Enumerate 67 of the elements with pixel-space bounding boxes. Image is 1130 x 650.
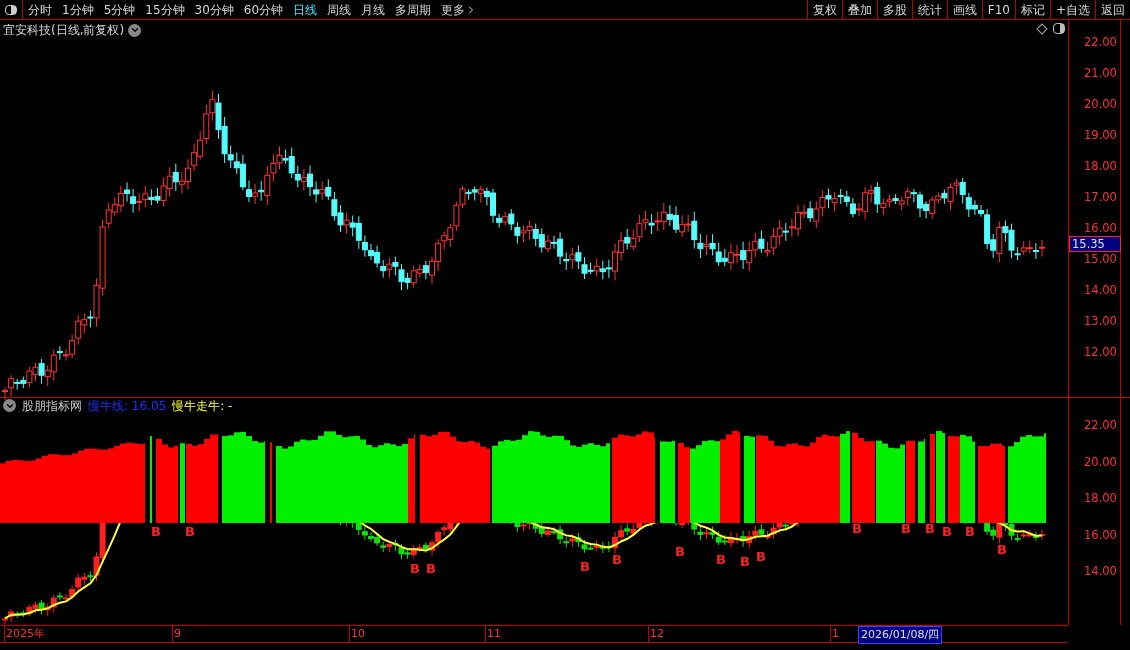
price-tick-label: 12.00 <box>1084 344 1117 361</box>
period-tab[interactable]: 月线 <box>361 0 386 19</box>
indicator-line-value: 慢牛线: 16.05 <box>88 397 167 415</box>
indicator-tick-label: 14.00 <box>1084 563 1117 580</box>
indicator-tick-label: 22.00 <box>1084 417 1117 434</box>
buy-signal-label: B <box>925 522 935 535</box>
current-price-label: 15.35 <box>1069 236 1121 252</box>
dropdown-icon[interactable] <box>3 399 16 412</box>
price-tick-label: 16.00 <box>1084 220 1117 237</box>
price-tick-label: 18.00 <box>1084 158 1117 175</box>
period-tab[interactable]: 日线 <box>293 0 318 19</box>
indicator-name: 股朋指标网 <box>22 397 82 415</box>
buy-signal-label: B <box>426 562 436 575</box>
price-tick-label: 19.00 <box>1084 127 1117 144</box>
period-tab[interactable]: 15分钟 <box>145 0 185 19</box>
buy-signal-label: B <box>612 553 622 566</box>
price-tick-label: 17.00 <box>1084 189 1117 206</box>
buy-signal-label: B <box>675 545 685 558</box>
toolbar-button[interactable]: 标记 <box>1014 0 1050 19</box>
period-tab[interactable]: 60分钟 <box>243 0 284 19</box>
date-axis-label: 12 <box>648 626 664 642</box>
toolbar-button[interactable]: 叠加 <box>841 0 877 19</box>
price-tick-label: 22.00 <box>1084 34 1117 51</box>
toolbar-button[interactable]: 复权 <box>806 0 842 19</box>
indicator-trend-value: 慢牛走牛: - <box>172 397 233 415</box>
toolbar-button[interactable]: 统计 <box>911 0 947 19</box>
date-axis-label: 11 <box>485 626 501 642</box>
toolbar-button[interactable]: 多股 <box>876 0 912 19</box>
period-tab[interactable]: 5分钟 <box>103 0 136 19</box>
buy-signal-label: B <box>410 562 420 575</box>
buy-signal-label: B <box>716 553 726 566</box>
chart-title: 宜安科技(日线,前复权) <box>3 22 125 39</box>
panel-toggle-icon[interactable] <box>1053 23 1065 34</box>
period-tab[interactable]: 多周期 <box>395 0 432 19</box>
date-axis-label: 10 <box>349 626 365 642</box>
price-tick-label: 20.00 <box>1084 96 1117 113</box>
buy-signal-label: B <box>942 525 952 538</box>
buy-signal-label: B <box>740 555 750 568</box>
indicator-tick-label: 18.00 <box>1084 490 1117 507</box>
buy-signal-label: B <box>901 522 911 535</box>
period-tab[interactable]: 周线 <box>327 0 352 19</box>
more-menu[interactable]: 更多 <box>441 0 478 19</box>
buy-signal-label: B <box>997 543 1007 556</box>
buy-signal-label: B <box>151 525 161 538</box>
buy-signal-label: B <box>580 560 590 573</box>
price-tick-label: 14.00 <box>1084 282 1117 299</box>
price-tick-label: 13.00 <box>1084 313 1117 330</box>
price-tick-label: 15.00 <box>1084 251 1117 268</box>
cursor-date-label: 2026/01/08/四 <box>858 626 943 644</box>
price-tick-label: 21.00 <box>1084 65 1117 82</box>
buy-signal-label: B <box>852 522 862 535</box>
period-tab[interactable]: 1分钟 <box>62 0 94 19</box>
toolbar-button[interactable]: 返回 <box>1095 0 1130 19</box>
period-tab[interactable]: 分时 <box>28 0 52 19</box>
indicator-tick-label: 16.00 <box>1084 526 1117 544</box>
buy-signal-label: B <box>185 525 195 538</box>
buy-signal-label: B <box>756 550 766 563</box>
buy-signal-label: B <box>965 525 975 538</box>
toolbar-button[interactable]: +自选 <box>1049 0 1095 19</box>
indicator-tick-label: 20.00 <box>1084 453 1117 471</box>
dropdown-icon[interactable] <box>128 23 142 37</box>
date-axis-label: 9 <box>172 626 181 642</box>
date-axis-label: 2025年 <box>4 626 45 642</box>
period-tab[interactable]: 30分钟 <box>194 0 234 19</box>
toolbar-button[interactable]: F10 <box>981 0 1015 19</box>
date-axis-label: 1 <box>830 626 839 642</box>
toolbar-button[interactable]: 画线 <box>946 0 982 19</box>
